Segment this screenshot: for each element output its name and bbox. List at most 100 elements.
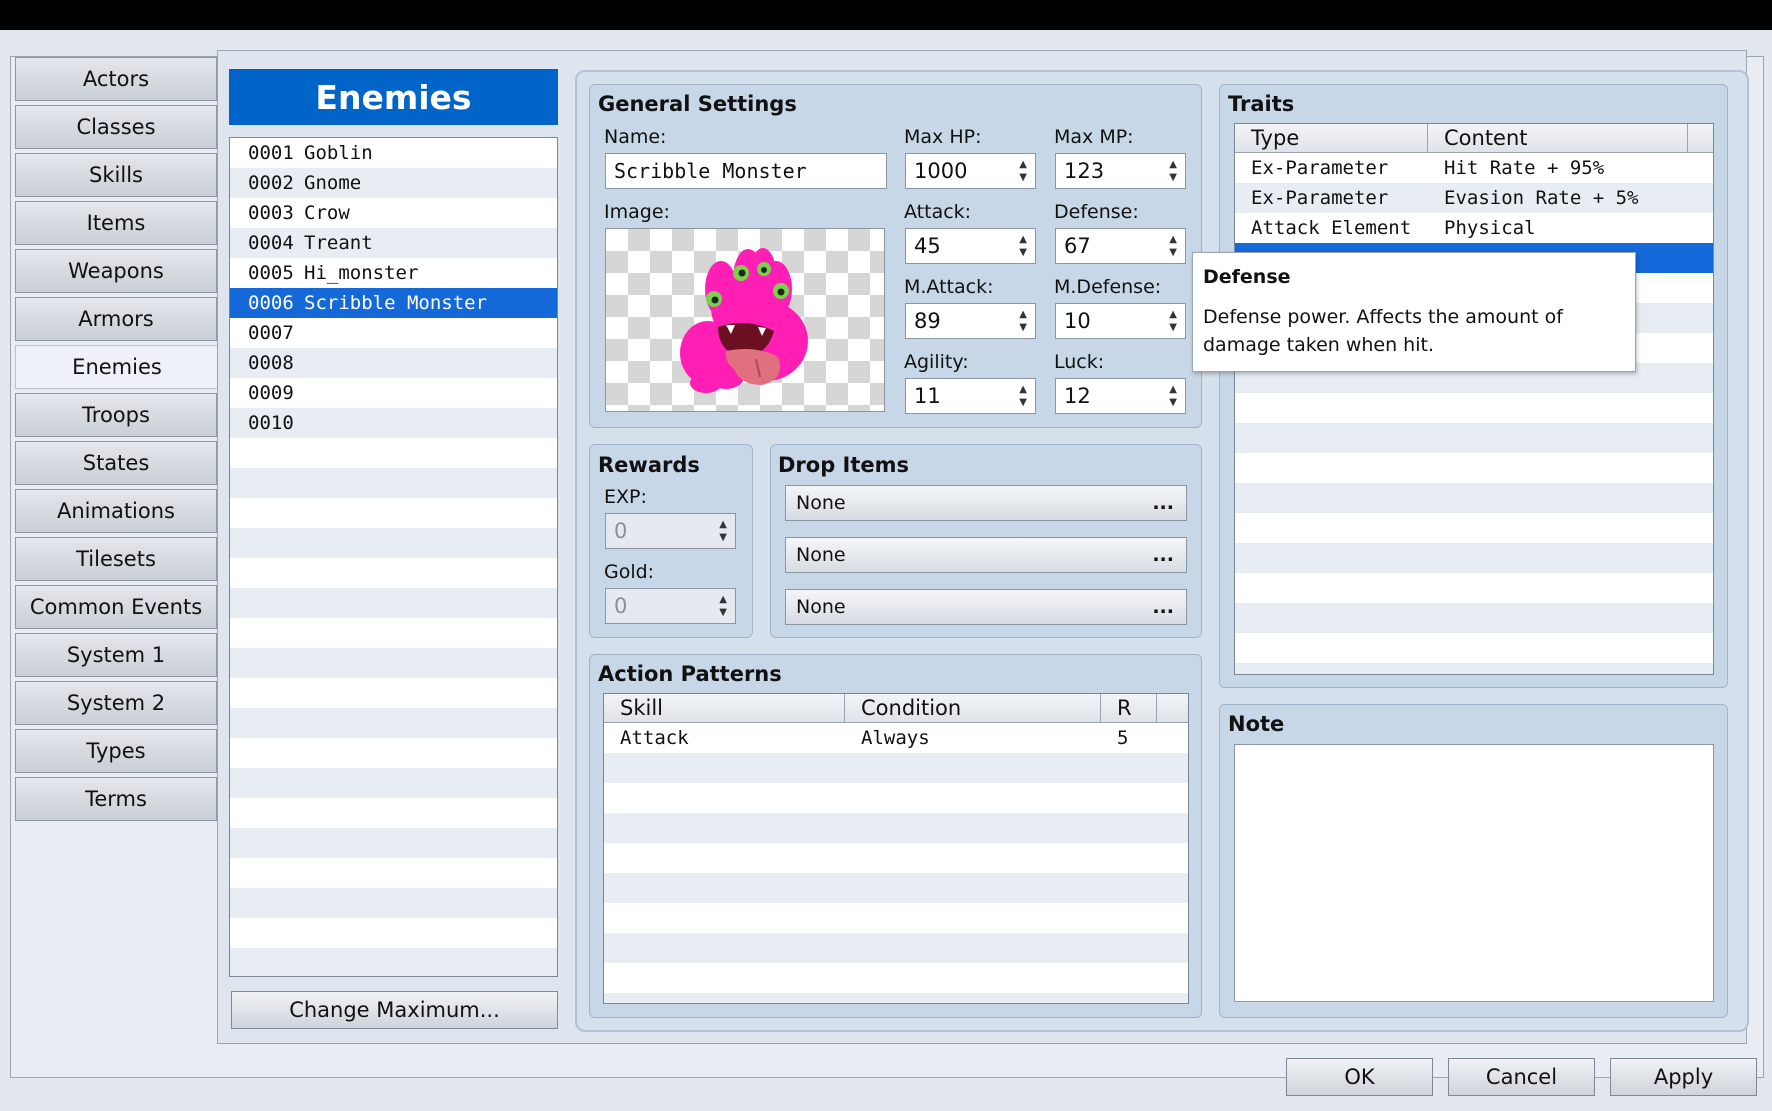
exp-value: 0 [614,519,628,543]
tab-tilesets[interactable]: Tilesets [15,537,217,581]
tab-terms[interactable]: Terms [15,777,217,821]
cell-content: Evasion Rate + 5% [1444,187,1639,209]
tab-skills[interactable]: Skills [15,153,217,197]
tab-system-1[interactable]: System 1 [15,633,217,677]
tab-states[interactable]: States [15,441,217,485]
table-row[interactable]: Attack Always 5 [604,723,1188,753]
enemy-name: Hi_monster [304,262,419,284]
enemy-id: 0004 [248,232,294,254]
tab-actors[interactable]: Actors [15,57,217,101]
attack-label: Attack: [904,201,972,223]
luck-spinner[interactable]: 12 ▲ ▼ [1055,378,1186,414]
tab-common-events[interactable]: Common Events [15,585,217,629]
tab-troops[interactable]: Troops [15,393,217,437]
drop-item-1[interactable]: None... [785,485,1187,521]
defense-label: Defense: [1054,201,1139,223]
agility-spinner[interactable]: 11 ▲ ▼ [905,378,1036,414]
enemy-name: Crow [304,202,350,224]
ellipsis-icon: ... [1152,544,1174,566]
max-hp-value: 1000 [914,159,968,183]
tab-enemies[interactable]: Enemies [15,345,218,389]
max-hp-spinner[interactable]: 1000 ▲ ▼ [905,153,1036,189]
col-skill[interactable]: Skill [604,694,845,722]
enemy-id: 0005 [248,262,294,284]
list-item[interactable]: 0006 Scribble Monster [230,288,557,318]
cell-type: Attack Element [1251,217,1412,239]
enemies-list[interactable]: 0001 Goblin 0002 Gnome 0003 Crow 0004 Treant 000… [229,137,558,977]
m-defense-spinner[interactable]: 10 ▲ ▼ [1055,303,1186,339]
col-type[interactable]: Type [1235,124,1428,152]
spinner-arrows-icon[interactable]: ▲ ▼ [719,593,727,619]
cancel-button[interactable]: Cancel [1448,1058,1595,1096]
cell-condition: Always [861,727,930,749]
traits-rows: Ex-Parameter Hit Rate + 95% Ex-Parameter Ev… [1235,153,1713,674]
attack-spinner[interactable]: 45 ▲ ▼ [905,228,1036,264]
action-patterns-rows: Attack Always 5 [604,723,1188,1003]
spinner-arrows-icon[interactable]: ▲ ▼ [1169,383,1177,409]
col-condition[interactable]: Condition [845,694,1101,722]
traits-table[interactable]: Type Content Ex-Parameter Hit Rate + 95% E… [1234,123,1714,675]
table-row[interactable]: Ex-Parameter Evasion Rate + 5% [1235,183,1713,213]
spinner-arrows-icon[interactable]: ▲ ▼ [1169,158,1177,184]
apply-button[interactable]: Apply [1610,1058,1757,1096]
luck-label: Luck: [1054,351,1105,373]
table-row[interactable]: Ex-Parameter Hit Rate + 95% [1235,153,1713,183]
list-item[interactable]: 0002 Gnome [230,168,557,198]
tab-weapons[interactable]: Weapons [15,249,217,293]
enemies-list-title: Enemies [229,69,558,125]
name-input[interactable]: Scribble Monster [605,153,887,189]
col-r[interactable]: R [1101,694,1157,722]
list-item[interactable]: 0001 Goblin [230,138,557,168]
m-attack-spinner[interactable]: 89 ▲ ▼ [905,303,1036,339]
spinner-arrows-icon[interactable]: ▲ ▼ [1019,158,1027,184]
gold-value: 0 [614,594,628,618]
max-mp-spinner[interactable]: 123 ▲ ▼ [1055,153,1186,189]
defense-spinner[interactable]: 67 ▲ ▼ [1055,228,1186,264]
tab-classes[interactable]: Classes [15,105,217,149]
m-defense-value: 10 [1064,309,1091,333]
agility-value: 11 [914,384,941,408]
note-title: Note [1228,712,1285,736]
max-mp-value: 123 [1064,159,1105,183]
m-attack-label: M.Attack: [904,276,994,298]
tab-system-2[interactable]: System 2 [15,681,217,725]
note-textarea[interactable] [1234,744,1714,1002]
spinner-arrows-icon[interactable]: ▲ ▼ [1019,383,1027,409]
cell-content: Hit Rate + 95% [1444,157,1605,179]
list-item[interactable]: 0010 [230,408,557,438]
col-content[interactable]: Content [1428,124,1688,152]
drop-item-3[interactable]: None... [785,589,1187,625]
gold-spinner[interactable]: 0 ▲ ▼ [605,588,736,624]
name-label: Name: [604,126,667,148]
list-item[interactable]: 0009 [230,378,557,408]
list-item[interactable]: 0004 Treant [230,228,557,258]
list-item[interactable]: 0005 Hi_monster [230,258,557,288]
spinner-arrows-icon[interactable]: ▲ ▼ [1019,233,1027,259]
table-row[interactable]: Attack Element Physical [1235,213,1713,243]
enemy-image-picker[interactable] [605,228,885,412]
tooltip-text: Defense power. Affects the amount of dam… [1203,306,1563,356]
spinner-arrows-icon[interactable]: ▲ ▼ [719,518,727,544]
drop-item-2-value: None [796,544,846,566]
drop-item-3-value: None [796,596,846,618]
spinner-arrows-icon[interactable]: ▲ ▼ [1169,233,1177,259]
tab-armors[interactable]: Armors [15,297,217,341]
exp-spinner[interactable]: 0 ▲ ▼ [605,513,736,549]
tab-types[interactable]: Types [15,729,217,773]
max-mp-label: Max MP: [1054,126,1134,148]
change-maximum-button[interactable]: Change Maximum... [231,991,558,1029]
tab-animations[interactable]: Animations [15,489,217,533]
action-patterns-table[interactable]: Skill Condition R Attack Always 5 [603,693,1189,1004]
cell-r: 5 [1117,727,1129,749]
drop-items-title: Drop Items [778,453,910,477]
spinner-arrows-icon[interactable]: ▲ ▼ [1169,308,1177,334]
enemy-name: Goblin [304,142,373,164]
cell-skill: Attack [620,727,689,749]
list-item[interactable]: 0007 [230,318,557,348]
list-item[interactable]: 0003 Crow [230,198,557,228]
drop-item-2[interactable]: None... [785,537,1187,573]
list-item[interactable]: 0008 [230,348,557,378]
tab-items[interactable]: Items [15,201,217,245]
ok-button[interactable]: OK [1286,1058,1433,1096]
spinner-arrows-icon[interactable]: ▲ ▼ [1019,308,1027,334]
